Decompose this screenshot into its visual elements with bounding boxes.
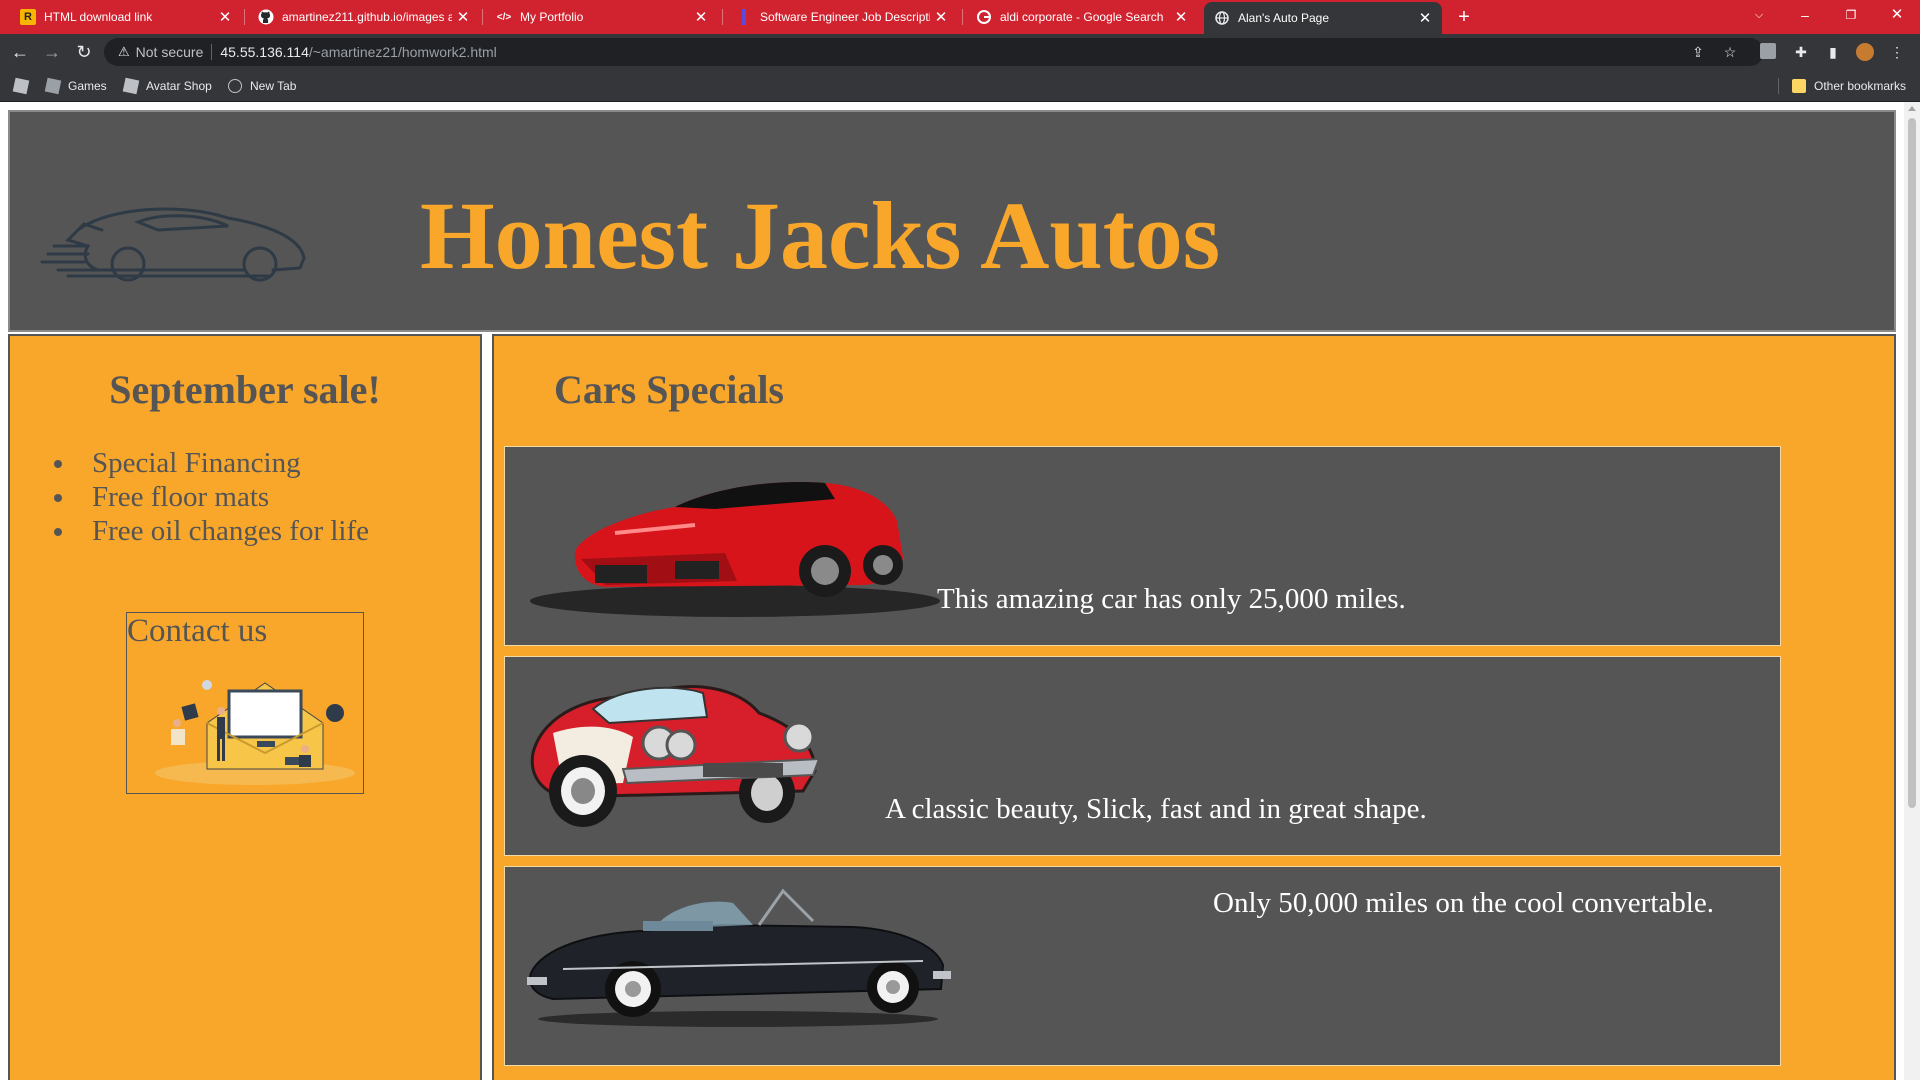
site-header: Honest Jacks Autos bbox=[8, 110, 1896, 332]
car-card: A classic beauty, Slick, fast and in gre… bbox=[504, 656, 1781, 856]
bookmark-label: New Tab bbox=[250, 79, 297, 93]
new-tab-button[interactable]: + bbox=[1452, 5, 1476, 29]
car-card: Only 50,000 miles on the cool convertabl… bbox=[504, 866, 1781, 1066]
tab-aldi-search[interactable]: aldi corporate - Google Search ✕ bbox=[966, 0, 1198, 34]
close-window-icon[interactable]: ✕ bbox=[1874, 0, 1920, 34]
warning-triangle-icon: ⚠ bbox=[118, 44, 130, 59]
url-path: /~amartinez21/homwork2.html bbox=[308, 44, 497, 60]
document-icon bbox=[736, 9, 752, 25]
specials-heading: Cars Specials bbox=[554, 367, 784, 412]
tab-software-engineer-job[interactable]: Software Engineer Job Descriptic ✕ bbox=[726, 0, 958, 34]
profile-avatar-icon[interactable] bbox=[1856, 43, 1874, 61]
list-item: Free floor mats bbox=[50, 480, 369, 514]
roblox-icon bbox=[44, 77, 62, 95]
sale-sidebar: September sale! Special Financing Free f… bbox=[8, 334, 482, 1080]
tab-search-chevron-icon[interactable]: ⌵ bbox=[1736, 0, 1782, 34]
bookmark-star-icon[interactable]: ☆ bbox=[1718, 38, 1742, 66]
specials-section: Cars Specials This amazing car has only … bbox=[492, 334, 1896, 1080]
bookmark-label: Games bbox=[68, 79, 107, 93]
minimize-icon[interactable]: – bbox=[1782, 0, 1828, 34]
tab-title: amartinez211.github.io/images a bbox=[282, 10, 452, 24]
car-card: This amazing car has only 25,000 miles. bbox=[504, 446, 1781, 646]
restore-icon[interactable]: ❐ bbox=[1828, 0, 1874, 34]
close-tab-icon[interactable]: ✕ bbox=[1414, 9, 1436, 27]
folder-icon bbox=[1792, 79, 1806, 93]
list-item: Free oil changes for life bbox=[50, 514, 369, 548]
contact-us-label: Contact us bbox=[127, 613, 268, 649]
extension-icon[interactable] bbox=[1760, 43, 1776, 59]
tab-title: HTML download link bbox=[44, 10, 153, 24]
tab-strip: R HTML download link ✕ amartinez211.gith… bbox=[0, 0, 1920, 34]
puzzle-piece-icon[interactable]: ✚ bbox=[1792, 43, 1810, 61]
security-label: Not secure bbox=[135, 44, 204, 60]
tab-title: aldi corporate - Google Search bbox=[1000, 10, 1164, 24]
black-vintage-convertible-image bbox=[527, 888, 951, 1027]
page-viewport: Honest Jacks Autos September sale! Speci… bbox=[0, 102, 1904, 1080]
bookmarks-bar: Games Avatar Shop New Tab Other bookmark… bbox=[0, 70, 1920, 102]
bookmark-avatar-shop[interactable]: Avatar Shop bbox=[122, 77, 212, 95]
github-icon bbox=[258, 9, 274, 25]
perks-list: Special Financing Free floor mats Free o… bbox=[50, 446, 369, 548]
menu-kebab-icon[interactable]: ⋮ bbox=[1888, 43, 1906, 61]
contact-illustration bbox=[155, 680, 355, 785]
site-title: Honest Jacks Autos bbox=[420, 182, 1221, 289]
other-bookmarks[interactable]: Other bookmarks bbox=[1792, 77, 1906, 95]
scroll-up-arrow-icon[interactable] bbox=[1908, 106, 1916, 111]
tab-my-portfolio[interactable]: </> My Portfolio ✕ bbox=[486, 0, 718, 34]
tab-title: Alan's Auto Page bbox=[1238, 11, 1330, 25]
close-tab-icon[interactable]: ✕ bbox=[452, 8, 474, 26]
vertical-scrollbar[interactable] bbox=[1904, 102, 1920, 1080]
apps-bookmark[interactable] bbox=[12, 77, 36, 95]
code-icon: </> bbox=[496, 11, 512, 23]
scrollbar-thumb[interactable] bbox=[1908, 118, 1916, 808]
car-caption: This amazing car has only 25,000 miles. bbox=[937, 583, 1406, 615]
globe-icon bbox=[228, 79, 242, 93]
close-tab-icon[interactable]: ✕ bbox=[930, 8, 952, 26]
close-tab-icon[interactable]: ✕ bbox=[690, 8, 712, 26]
car-caption: A classic beauty, Slick, fast and in gre… bbox=[885, 793, 1427, 825]
bookmark-games[interactable]: Games bbox=[44, 77, 107, 95]
address-bar[interactable]: ⚠ Not secure 45.55.136.114 /~amartinez21… bbox=[104, 38, 1764, 66]
roblox-icon bbox=[12, 77, 30, 95]
close-tab-icon[interactable]: ✕ bbox=[1170, 8, 1192, 26]
close-tab-icon[interactable]: ✕ bbox=[214, 8, 236, 26]
car-caption: Only 50,000 miles on the cool convertabl… bbox=[1213, 887, 1714, 919]
sale-heading: September sale! bbox=[109, 367, 381, 412]
tab-alans-auto-page[interactable]: Alan's Auto Page ✕ bbox=[1204, 2, 1442, 34]
tab-title: Software Engineer Job Descriptic bbox=[760, 10, 930, 24]
roblox-icon bbox=[122, 77, 140, 95]
share-icon[interactable]: ⇪ bbox=[1686, 38, 1710, 66]
list-item: Special Financing bbox=[50, 446, 369, 480]
r-favicon-icon: R bbox=[20, 9, 36, 25]
tab-html-download-link[interactable]: R HTML download link ✕ bbox=[10, 0, 242, 34]
bookmark-label: Avatar Shop bbox=[146, 79, 212, 93]
url-host: 45.55.136.114 bbox=[220, 44, 309, 60]
browser-toolbar: ← → ↻ ⚠ Not secure 45.55.136.114 /~amart… bbox=[0, 34, 1920, 70]
bookmark-new-tab[interactable]: New Tab bbox=[228, 77, 296, 95]
side-panel-icon[interactable]: ▮ bbox=[1824, 43, 1842, 61]
forward-arrow-icon[interactable]: → bbox=[40, 40, 64, 64]
classic-red-corvette-image bbox=[530, 684, 821, 827]
other-bookmarks-label: Other bookmarks bbox=[1814, 79, 1907, 93]
tab-github-images[interactable]: amartinez211.github.io/images a ✕ bbox=[248, 0, 480, 34]
car-logo-icon bbox=[40, 207, 306, 282]
reload-icon[interactable]: ↻ bbox=[72, 40, 96, 64]
globe-icon bbox=[1214, 10, 1230, 26]
red-sports-car-image bbox=[530, 482, 940, 617]
back-arrow-icon[interactable]: ← bbox=[8, 40, 32, 64]
google-icon bbox=[976, 9, 992, 25]
contact-us-link[interactable]: Contact us bbox=[126, 612, 364, 794]
tab-title: My Portfolio bbox=[520, 10, 584, 24]
